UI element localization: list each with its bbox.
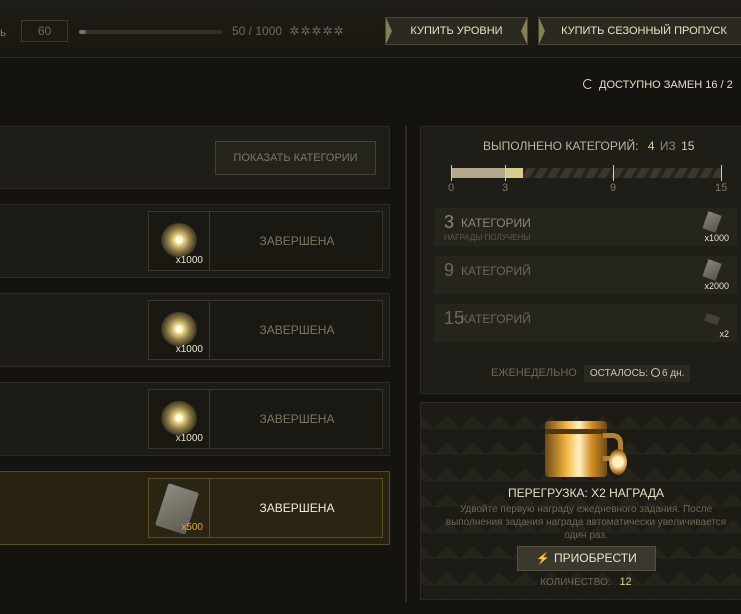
- task-status: ЗАВЕРШЕНА: [259, 234, 335, 248]
- top-bar: ь 60 50 / 1000 ✲✲✲✲✲ КУПИТЬ УРОВНИ КУПИТ…: [0, 0, 741, 58]
- categories-progress-bar: [451, 168, 721, 178]
- quantity-label: КОЛИЧЕСТВО:: [540, 577, 611, 588]
- mug-band: [545, 429, 607, 434]
- overload-title: ПЕРЕГРУЗКА: X2 НАГРАДА: [507, 486, 665, 500]
- progress-tick: [721, 165, 722, 181]
- xp-readout: 50 / 1000 ✲✲✲✲✲: [232, 24, 345, 38]
- task-reward: x1000 ЗАВЕРШЕНА: [148, 300, 383, 360]
- categories-title-prefix: ВЫПОЛНЕНО КАТЕГОРИЙ:: [483, 139, 639, 153]
- remaining-value: 6 дн.: [661, 368, 685, 379]
- task-status: ЗАВЕРШЕНА: [259, 323, 335, 337]
- reward-icon-cell: x1000: [149, 301, 210, 359]
- reward-count: x500: [181, 522, 203, 533]
- glow-orb-icon: [161, 312, 197, 346]
- milestone-number: 9: [444, 260, 455, 280]
- xp-progress-bar: [79, 30, 222, 34]
- reward-icon-cell: x1000: [149, 390, 210, 448]
- level-label: ь: [0, 25, 7, 39]
- task-row[interactable]: x1000 ЗАВЕРШЕНА: [0, 382, 390, 456]
- xp-stars: ✲✲✲✲✲: [289, 24, 345, 38]
- quantity: КОЛИЧЕСТВО: 12: [421, 576, 741, 588]
- categories-progress-current: [505, 168, 523, 178]
- task-status: ЗАВЕРШЕНА: [259, 412, 335, 426]
- beer-mug-icon: [545, 415, 631, 481]
- swaps-text: ДОСТУПНО ЗАМЕН 16 / 2: [599, 79, 733, 91]
- show-categories-button[interactable]: ПОКАЗАТЬ КАТЕГОРИИ: [215, 141, 376, 175]
- categories-done: 4: [647, 139, 655, 153]
- refresh-icon: [583, 79, 593, 89]
- progress-tick-label: 0: [448, 182, 455, 194]
- task-row[interactable]: x1000 ЗАВЕРШЕНА: [0, 293, 390, 367]
- swaps-available[interactable]: ДОСТУПНО ЗАМЕН 16 / 2: [583, 79, 733, 91]
- task-reward: x500 ЗАВЕРШЕНА: [148, 478, 383, 538]
- task-row[interactable]: x1000 ЗАВЕРШЕНА: [0, 204, 390, 278]
- coin-icon: [609, 449, 627, 475]
- milestone-word: КАТЕГОРИЙ: [461, 312, 531, 326]
- categories-total: 15: [681, 139, 695, 153]
- milestone-count: x1000: [704, 233, 729, 243]
- categories-panel: ВЫПОЛНЕНО КАТЕГОРИЙ: 4 ИЗ 15 0 3 9 15 3 КАТ…: [420, 126, 741, 394]
- category-milestone: 9 КАТЕГОРИЙ x2000: [434, 256, 737, 294]
- task-status: ЗАВЕРШЕНА: [259, 501, 335, 515]
- weapon-icon: [704, 312, 720, 326]
- reward-count: x1000: [175, 255, 203, 266]
- xp-text: 50 / 1000: [232, 24, 283, 38]
- progress-tick: [505, 165, 506, 181]
- progress-tick-label: 9: [610, 182, 617, 194]
- tasks-header: ПОКАЗАТЬ КАТЕГОРИИ: [0, 126, 390, 189]
- remaining-label: ОСТАЛОСЬ:: [589, 368, 649, 379]
- milestone-count: x2000: [704, 281, 729, 291]
- progress-tick: [613, 165, 614, 181]
- glow-orb-icon: [161, 223, 197, 257]
- progress-tick-label: 3: [502, 182, 509, 194]
- task-reward: x1000 ЗАВЕРШЕНА: [148, 211, 383, 271]
- category-milestone: 3 КАТЕГОРИИ НАГРАДЫ ПОЛУЧЕНЫ x1000: [434, 208, 737, 246]
- xp-progress-fill: [79, 30, 87, 34]
- milestone-sub: НАГРАДЫ ПОЛУЧЕНЫ: [444, 233, 531, 242]
- category-milestone: 15 КАТЕГОРИЙ x2: [434, 304, 737, 342]
- buy-levels-button[interactable]: КУПИТЬ УРОВНИ: [385, 17, 528, 45]
- reward-icon-cell: x500: [149, 479, 210, 537]
- categories-progress-fill: [451, 168, 505, 178]
- milestone-count: x2: [719, 329, 729, 339]
- clock-icon: [650, 368, 660, 377]
- milestone-reward: x2: [693, 307, 729, 339]
- reward-count: x1000: [175, 344, 203, 355]
- glow-orb-icon: [161, 401, 197, 435]
- overload-description: Удвойте первую награду ежедневного задан…: [445, 504, 727, 541]
- purchase-button[interactable]: ⚡ ПРИОБРЕСТИ: [517, 546, 656, 571]
- task-row-active[interactable]: x500 ЗАВЕРШЕНА: [0, 471, 390, 545]
- milestone-reward: x1000: [693, 211, 729, 243]
- progress-tick-label: 15: [715, 182, 728, 194]
- task-reward: x1000 ЗАВЕРШЕНА: [148, 389, 383, 449]
- reward-count: x1000: [175, 433, 203, 444]
- milestone-number: 3: [444, 212, 455, 232]
- remaining-pill: ОСТАЛОСЬ: 6 дн.: [583, 365, 691, 382]
- overload-card: ПЕРЕГРУЗКА: X2 НАГРАДА Удвойте первую на…: [420, 402, 741, 600]
- purchase-label: ПРИОБРЕСТИ: [554, 551, 637, 565]
- categories-of: ИЗ: [659, 139, 676, 153]
- progress-tick: [451, 165, 452, 181]
- milestone-word: КАТЕГОРИЙ: [461, 264, 531, 278]
- categories-title: ВЫПОЛНЕНО КАТЕГОРИЙ: 4 ИЗ 15: [483, 139, 694, 153]
- ticket-icon: [702, 211, 722, 233]
- bolt-icon: ⚡: [536, 553, 550, 565]
- level-value: 60: [21, 20, 68, 42]
- reward-icon-cell: x1000: [149, 212, 210, 270]
- ticket-icon: [702, 259, 722, 281]
- divider: [405, 126, 407, 602]
- milestone-reward: x2000: [693, 259, 729, 291]
- buy-season-pass-button[interactable]: КУПИТЬ СЕЗОННЫЙ ПРОПУСК: [538, 17, 741, 45]
- weekly-timer: ЕЖЕНЕДЕЛЬНО ОСТАЛОСЬ: 6 дн.: [491, 365, 691, 382]
- milestone-word: КАТЕГОРИИ: [461, 216, 531, 230]
- weekly-label: ЕЖЕНЕДЕЛЬНО: [491, 367, 577, 379]
- quantity-value: 12: [619, 576, 632, 588]
